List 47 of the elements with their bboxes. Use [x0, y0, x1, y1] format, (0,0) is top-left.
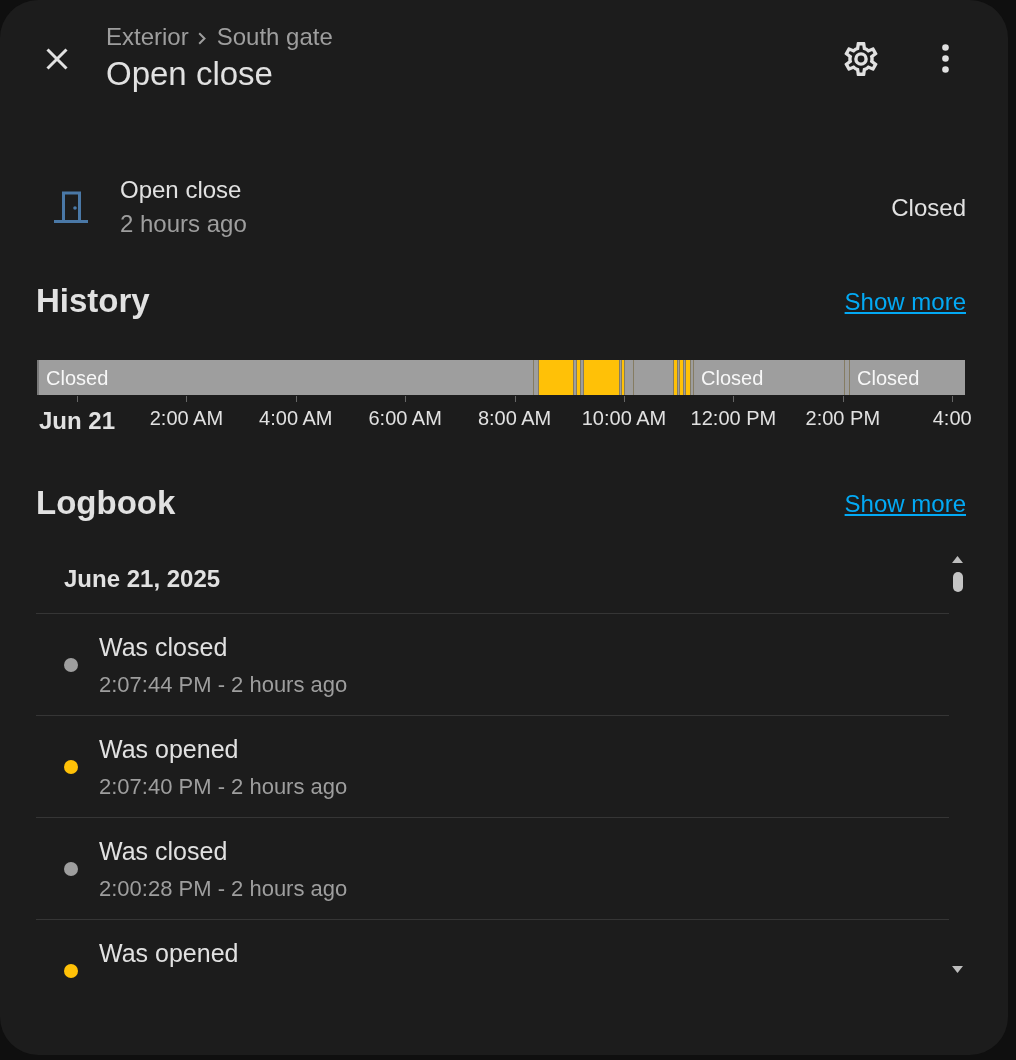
axis-tick — [952, 396, 954, 402]
entry-time: 2:07:40 PM - 2 hours ago — [99, 774, 348, 800]
chevron-right-icon — [197, 31, 206, 45]
axis-tick — [77, 396, 78, 402]
axis-label: 10:00 AM — [581, 406, 667, 430]
scroll-up-icon[interactable] — [952, 556, 963, 563]
show-more-link[interactable]: Show more — [844, 287, 966, 317]
door-icon — [53, 191, 89, 223]
dialog-title: Open close — [106, 54, 274, 94]
axis-tick — [624, 396, 625, 402]
entry-message: Was closed — [99, 632, 229, 662]
scroll-down-icon[interactable] — [952, 966, 963, 973]
settings-icon — [844, 41, 878, 76]
section-title: History — [36, 281, 150, 321]
show-more-link[interactable]: Show more — [844, 489, 966, 519]
last-changed-text: 2 hours ago — [120, 209, 247, 239]
segment-label: Closed — [700, 365, 764, 390]
entry-message: Was opened — [99, 938, 239, 968]
axis-tick — [186, 396, 188, 402]
axis-tick — [733, 396, 735, 402]
axis-label: 12:00 PM — [690, 406, 777, 430]
axis-label: Jun 21 — [39, 406, 115, 436]
entity-name: Open close — [120, 175, 243, 205]
entry-message: Was closed — [99, 836, 229, 866]
axis-tick — [405, 396, 407, 402]
axis-label: 2:00 PM — [805, 406, 881, 430]
entry-time: 2:07:44 PM - 2 hours ago — [99, 672, 348, 698]
segment-label: Closed — [45, 365, 109, 390]
axis-tick — [295, 396, 297, 402]
kebab-menu-icon — [941, 44, 949, 73]
segment-label: Closed — [856, 365, 920, 390]
breadcrumb-item: South gate — [216, 23, 333, 51]
breadcrumb-item: Exterior — [106, 23, 189, 51]
entry-time: 2:00:28 PM - 2 hours ago — [99, 876, 348, 902]
entity-state: Closed — [891, 193, 966, 223]
axis-label: 4:00 — [932, 406, 972, 430]
close-icon — [46, 47, 68, 70]
axis-label: 4:00 AM — [259, 406, 333, 430]
date-heading: June 21, 2025 — [64, 564, 221, 594]
axis-tick — [842, 396, 844, 402]
axis-label: 2:00 AM — [149, 406, 224, 430]
axis-label: 6:00 AM — [368, 406, 442, 430]
axis-label: 8:00 AM — [477, 406, 552, 430]
scrollbar-thumb[interactable] — [952, 572, 963, 592]
entry-message: Was opened — [99, 734, 240, 764]
section-title: Logbook — [36, 483, 176, 523]
axis-tick — [514, 396, 516, 402]
